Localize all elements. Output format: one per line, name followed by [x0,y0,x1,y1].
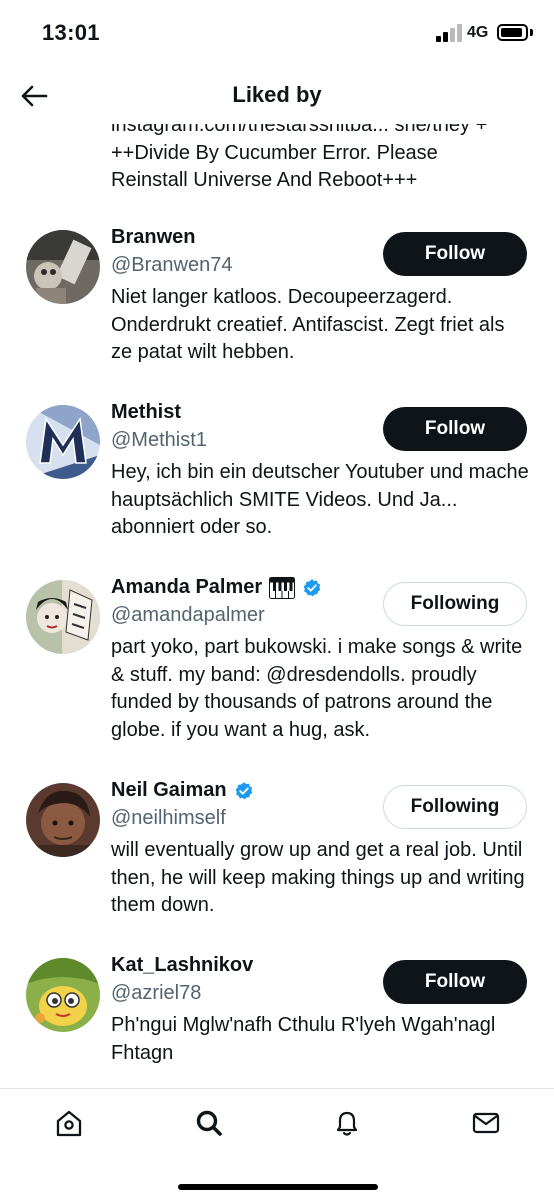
tab-notifications[interactable] [327,1103,367,1143]
header: Liked by [0,66,554,124]
mail-icon [472,1112,500,1134]
user-bio: will eventually grow up and get a real j… [111,839,525,916]
tab-search[interactable] [189,1103,229,1143]
user-bio: Ph'ngui Mglw'nafh Cthulu R'lyeh Wgah'nag… [111,1014,496,1064]
user-bio: Niet langer katloos. Decoupeerzagerd. On… [111,286,505,363]
network-label: 4G [467,24,489,41]
bell-icon [336,1111,358,1136]
avatar[interactable] [26,958,100,1032]
home-icon [56,1110,82,1137]
avatar[interactable] [26,580,100,654]
user-bio: part yoko, part bukowski. i make songs &… [111,636,523,741]
signal-icon [436,24,462,42]
user-name[interactable]: Kat_Lashnikov [111,954,253,977]
tab-messages[interactable] [466,1103,506,1143]
user-name[interactable]: Branwen [111,226,195,249]
user-name[interactable]: Amanda Palmer [111,576,322,599]
piano-emoji-icon [269,576,296,599]
battery-cap [530,29,533,36]
partial-bio-line: Reinstall Universe And Reboot+++ [111,169,418,191]
follow-button[interactable]: Follow [383,407,527,451]
avatar[interactable] [26,230,100,304]
home-indicator [178,1184,378,1190]
following-button[interactable]: Following [383,582,527,626]
user-handle[interactable]: @amandapalmer [111,604,265,627]
verified-badge-icon [235,781,252,799]
battery-icon [497,24,528,41]
user-handle[interactable]: @azriel78 [111,982,201,1005]
avatar[interactable] [26,783,100,857]
follow-button[interactable]: Follow [383,232,527,276]
user-handle[interactable]: @neilhimself [111,807,226,830]
page-title: Liked by [232,82,322,107]
follow-button[interactable]: Follow [383,960,527,1004]
partial-bio-line: ++Divide By Cucumber Error. Please [111,141,438,164]
user-handle[interactable]: @Branwen74 [111,254,232,277]
avatar[interactable] [26,405,100,479]
tab-home[interactable] [49,1103,89,1143]
status-bar: 13:01 4G [0,0,554,66]
user-name[interactable]: Methist [111,401,181,424]
search-icon [196,1110,222,1136]
verified-badge-icon [303,578,321,596]
partial-user-bio: instagram.com/thestarsshitba... she/they… [111,112,531,195]
following-button[interactable]: Following [383,785,527,829]
user-bio: Hey, ich bin ein deutscher Youtuber und … [111,461,529,538]
status-time: 13:01 [42,20,100,45]
user-handle[interactable]: @Methist1 [111,429,207,452]
user-name[interactable]: Neil Gaiman [111,779,254,802]
liked-by-list: instagram.com/thestarsshitba... she/they… [0,100,554,1090]
